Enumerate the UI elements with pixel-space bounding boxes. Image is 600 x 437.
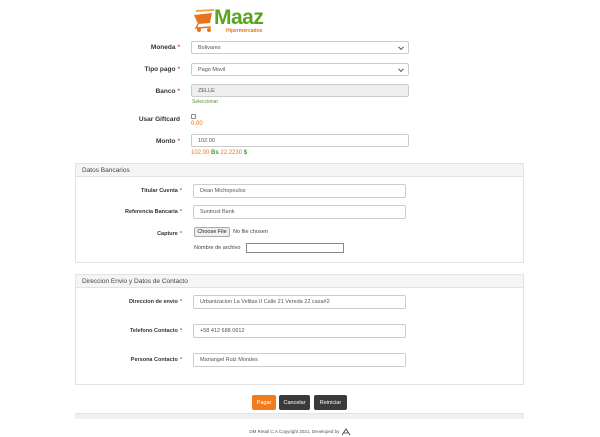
titular-label: Titular Cuenta * <box>140 188 182 194</box>
nombre-archivo-input[interactable] <box>246 243 344 253</box>
capture-label: Capture * <box>157 231 182 237</box>
moneda-select[interactable]: Bolivares <box>191 41 409 54</box>
banco-field: ZELLE <box>191 84 409 97</box>
direccion-title: Direccion Envio y Datos de Contacto <box>76 275 523 288</box>
monto-label: Monto * <box>155 138 180 145</box>
choose-file-button[interactable]: Choose File <box>194 227 230 237</box>
titular-input[interactable]: Dean Michopoulos <box>193 184 406 198</box>
envio-label: Direccion de envio * <box>128 299 182 305</box>
persona-label: Persona Contacto * <box>130 357 182 363</box>
giftcard-checkbox[interactable] <box>191 114 196 119</box>
giftcard-amount: 0.00 <box>191 121 203 127</box>
brand-logo: Maaz Hipermercados <box>192 6 282 35</box>
brand-subtitle: Hipermercados <box>226 28 263 34</box>
developer-logo-icon <box>341 428 350 436</box>
file-status: No file chosen <box>233 229 268 235</box>
banco-label: Banco * <box>155 88 180 95</box>
envio-input[interactable]: Urbanizacion La Velitas II Calle 21 Vere… <box>193 295 406 309</box>
datos-bancarios-title: Datos Bancarios <box>76 164 523 177</box>
telefono-label: Telefono Contacto * <box>129 328 182 334</box>
moneda-label: Moneda * <box>150 44 180 51</box>
bs-suffix: $ <box>243 150 248 156</box>
bs-label: Bs <box>211 150 219 156</box>
monto-amount: 102.00 <box>191 150 210 156</box>
monto-conversion: 102.00 Bs 22.2230 $ <box>191 150 247 156</box>
tipo-pago-select[interactable]: Pago Movil <box>191 63 409 76</box>
nombre-archivo-label: Nombre de archivo <box>194 245 241 251</box>
telefono-input[interactable]: +58 412 688 0612 <box>193 324 406 338</box>
persona-input[interactable]: Mariangel Ruiz Morales <box>193 353 406 367</box>
referencia-input[interactable]: Suntrust Bank <box>193 205 406 219</box>
tipo-pago-label: Tipo pago * <box>144 66 180 73</box>
brand-name: Maaz <box>214 6 264 29</box>
referencia-label: Referencia Bancaria * <box>124 209 182 215</box>
pagar-button[interactable]: Pagar <box>252 395 276 410</box>
monto-input[interactable]: 102.00 <box>191 134 409 147</box>
giftcard-label: Usar Giftcard <box>138 116 180 123</box>
footer: DM Retail C.A Copyright 2021. Developed … <box>0 428 600 436</box>
reiniciar-button[interactable]: Reiniciar <box>314 395 347 410</box>
bs-value: 22.2230 <box>220 150 243 156</box>
seleccionar-link[interactable]: Seleccionar <box>192 99 218 105</box>
footer-text: DM Retail C.A Copyright 2021. Developed … <box>249 429 340 435</box>
cancelar-button[interactable]: Cancelar <box>279 395 310 410</box>
footer-divider <box>75 413 524 419</box>
